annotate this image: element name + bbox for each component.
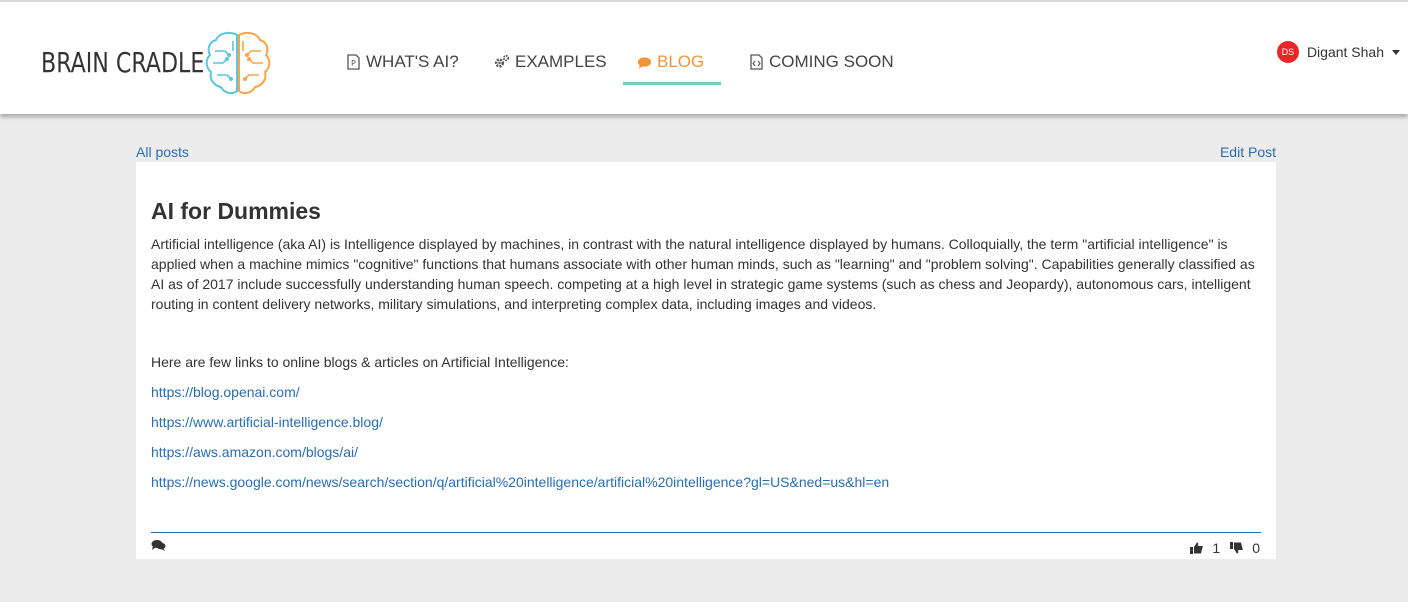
user-menu[interactable]: DS Digant Shah	[1276, 41, 1400, 63]
all-posts-link[interactable]: All posts	[136, 144, 189, 160]
post-body: Artificial intelligence (aka AI) is Inte…	[151, 236, 1255, 312]
nav-whats-ai[interactable]: P WHAT'S AI?	[346, 50, 459, 74]
nav-label: EXAMPLES	[515, 52, 607, 71]
nav-examples[interactable]: EXAMPLES	[493, 50, 607, 74]
nav-label: BLOG	[657, 52, 705, 71]
divider	[151, 532, 1261, 533]
post-link[interactable]: https://aws.amazon.com/blogs/ai/	[151, 444, 358, 460]
code-file-icon	[750, 54, 763, 70]
gears-icon	[494, 54, 510, 68]
active-tab-indicator	[623, 82, 721, 85]
post-link[interactable]: https://www.artificial-intelligence.blog…	[151, 414, 383, 430]
svg-text:P: P	[351, 59, 356, 68]
brand-name[interactable]: BRAIN CRADLE	[41, 46, 204, 79]
post-title: AI for Dummies	[151, 198, 321, 224]
like-count: 1	[1212, 540, 1221, 556]
comment-icon	[637, 57, 652, 69]
post-link[interactable]: https://news.google.com/news/search/sect…	[151, 474, 889, 490]
edit-post-link[interactable]: Edit Post	[1220, 144, 1276, 160]
document-icon: P	[347, 54, 360, 70]
top-navbar: BRAIN CRADLE P WHAT'S AI? EXAMPLES BLOG …	[0, 0, 1408, 114]
chevron-down-icon	[1392, 49, 1400, 55]
user-name: Digant Shah	[1306, 44, 1384, 60]
thumbs-down-icon[interactable]	[1230, 542, 1243, 554]
links-intro: Here are few links to online blogs & art…	[151, 354, 569, 370]
avatar: DS	[1276, 41, 1299, 63]
comments-icon[interactable]	[151, 539, 166, 551]
post-card: AI for Dummies Artificial intelligence (…	[136, 162, 1276, 559]
nav-blog[interactable]: BLOG	[637, 50, 704, 74]
post-link[interactable]: https://blog.openai.com/	[151, 384, 300, 400]
thumbs-up-icon[interactable]	[1190, 542, 1204, 554]
nav-label: WHAT'S AI?	[366, 52, 459, 71]
nav-coming-soon[interactable]: COMING SOON	[749, 50, 894, 74]
vote-bar: 1 0	[1190, 540, 1260, 556]
dislike-count: 0	[1252, 540, 1260, 556]
nav-label: COMING SOON	[769, 52, 894, 71]
brain-logo-icon[interactable]	[205, 29, 271, 97]
